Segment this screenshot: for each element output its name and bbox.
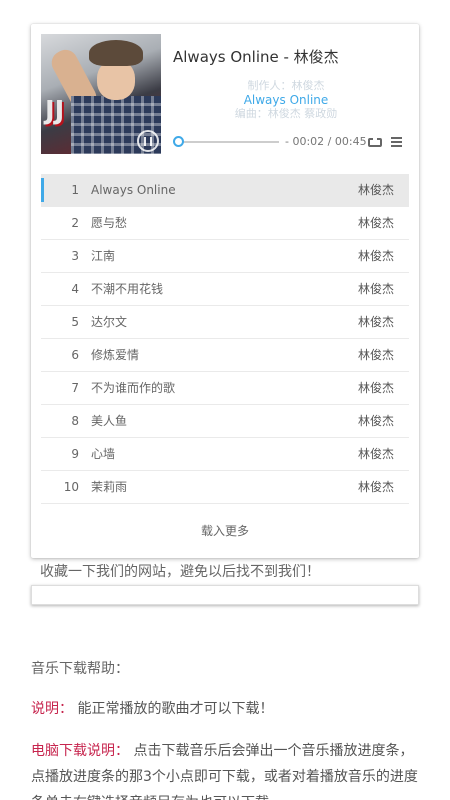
help-note-text: 能正常播放的歌曲才可以下载！	[77, 701, 274, 717]
track-artist: 林俊杰	[357, 414, 394, 428]
track-name: 茉莉雨	[91, 480, 128, 494]
loop-icon[interactable]	[368, 136, 382, 147]
cover-art-face	[97, 60, 135, 100]
track-artist: 林俊杰	[357, 480, 394, 494]
track-artist: 林俊杰	[357, 348, 394, 362]
track-name: 美人鱼	[91, 414, 128, 428]
load-more-button[interactable]: 载入更多	[31, 522, 419, 539]
album-cover: JJ	[41, 34, 161, 154]
lyric-next: 编曲：林俊杰 蔡政勋	[234, 108, 338, 120]
playlist-row[interactable]: 8 美人鱼 林俊杰	[41, 405, 409, 438]
track-artist: 林俊杰	[357, 315, 394, 329]
lyric-current: Always Online	[243, 93, 329, 107]
help-note-label: 说明：	[31, 701, 73, 717]
track-name: 修炼爱情	[91, 348, 140, 362]
track-index: 7	[71, 381, 79, 395]
track-index: 9	[71, 447, 79, 461]
help-pc: 电脑下载说明： 点击下载音乐后会弹出一个音乐播放进度条，点播放进度条的那3个小点…	[31, 738, 423, 800]
cover-art-hat	[89, 40, 143, 66]
track-index: 5	[71, 315, 79, 329]
playlist-row[interactable]: 1 Always Online 林俊杰	[41, 174, 409, 207]
track-name: 江南	[91, 249, 116, 263]
track-index: 1	[71, 183, 79, 197]
track-index: 8	[71, 414, 79, 428]
time-display: - 00:02 / 00:45	[285, 135, 367, 148]
bookmark-tip: 收藏一下我们的网站，避免以后找不到我们！	[40, 564, 320, 580]
progress-bar[interactable]	[177, 141, 279, 143]
track-name: 不为谁而作的歌	[91, 381, 176, 395]
track-name: 达尔文	[91, 315, 128, 329]
playlist-row[interactable]: 9 心墙 林俊杰	[41, 438, 409, 471]
track-name: 心墙	[91, 447, 116, 461]
playlist-row[interactable]: 3 江南 林俊杰	[41, 240, 409, 273]
lyrics-panel: 制作人：林俊杰 Always Online 编曲：林俊杰 蔡政勋	[173, 80, 399, 120]
track-artist: 林俊杰	[357, 447, 394, 461]
track-index: 2	[71, 216, 79, 230]
playlist-row[interactable]: 7 不为谁而作的歌 林俊杰	[41, 372, 409, 405]
track-artist: 林俊杰	[357, 249, 394, 263]
help-note: 说明： 能正常播放的歌曲才可以下载！	[31, 696, 423, 722]
track-index: 3	[71, 249, 79, 263]
music-player: JJ Always Online - 林俊杰 制作人：林俊杰 Always On…	[31, 24, 419, 558]
help-title: 音乐下载帮助：	[31, 661, 129, 677]
cover-logo: JJ	[45, 96, 65, 126]
track-artist: 林俊杰	[357, 282, 394, 296]
menu-icon[interactable]	[391, 137, 402, 147]
track-name: Always Online	[91, 183, 176, 197]
track-index: 6	[71, 348, 79, 362]
playlist-row[interactable]: 4 不潮不用花钱 林俊杰	[41, 273, 409, 306]
lyric-previous: 制作人：林俊杰	[247, 80, 325, 92]
player-controls: - 00:02 / 00:45	[173, 134, 409, 150]
track-artist: 林俊杰	[357, 183, 394, 197]
track-index: 10	[63, 480, 79, 494]
playlist-row[interactable]: 6 修炼爱情 林俊杰	[41, 339, 409, 372]
playlist-row[interactable]: 10 茉莉雨 林俊杰	[41, 471, 409, 504]
progress-handle[interactable]	[173, 136, 184, 147]
playlist-row[interactable]: 2 愿与愁 林俊杰	[41, 207, 409, 240]
track-artist: 林俊杰	[357, 381, 394, 395]
track-index: 4	[71, 282, 79, 296]
pause-icon[interactable]	[137, 130, 159, 152]
track-name: 不潮不用花钱	[91, 282, 164, 296]
song-title: Always Online - 林俊杰	[173, 48, 339, 66]
help-pc-label: 电脑下载说明：	[31, 743, 129, 759]
track-name: 愿与愁	[91, 216, 128, 230]
bookmark-box	[31, 585, 419, 605]
active-indicator	[41, 178, 44, 202]
track-artist: 林俊杰	[357, 216, 394, 230]
playlist: 1 Always Online 林俊杰 2 愿与愁 林俊杰 3 江南 林俊杰 4 不潮不用花钱 林俊杰…	[41, 174, 409, 504]
playlist-row[interactable]: 5 达尔文 林俊杰	[41, 306, 409, 339]
